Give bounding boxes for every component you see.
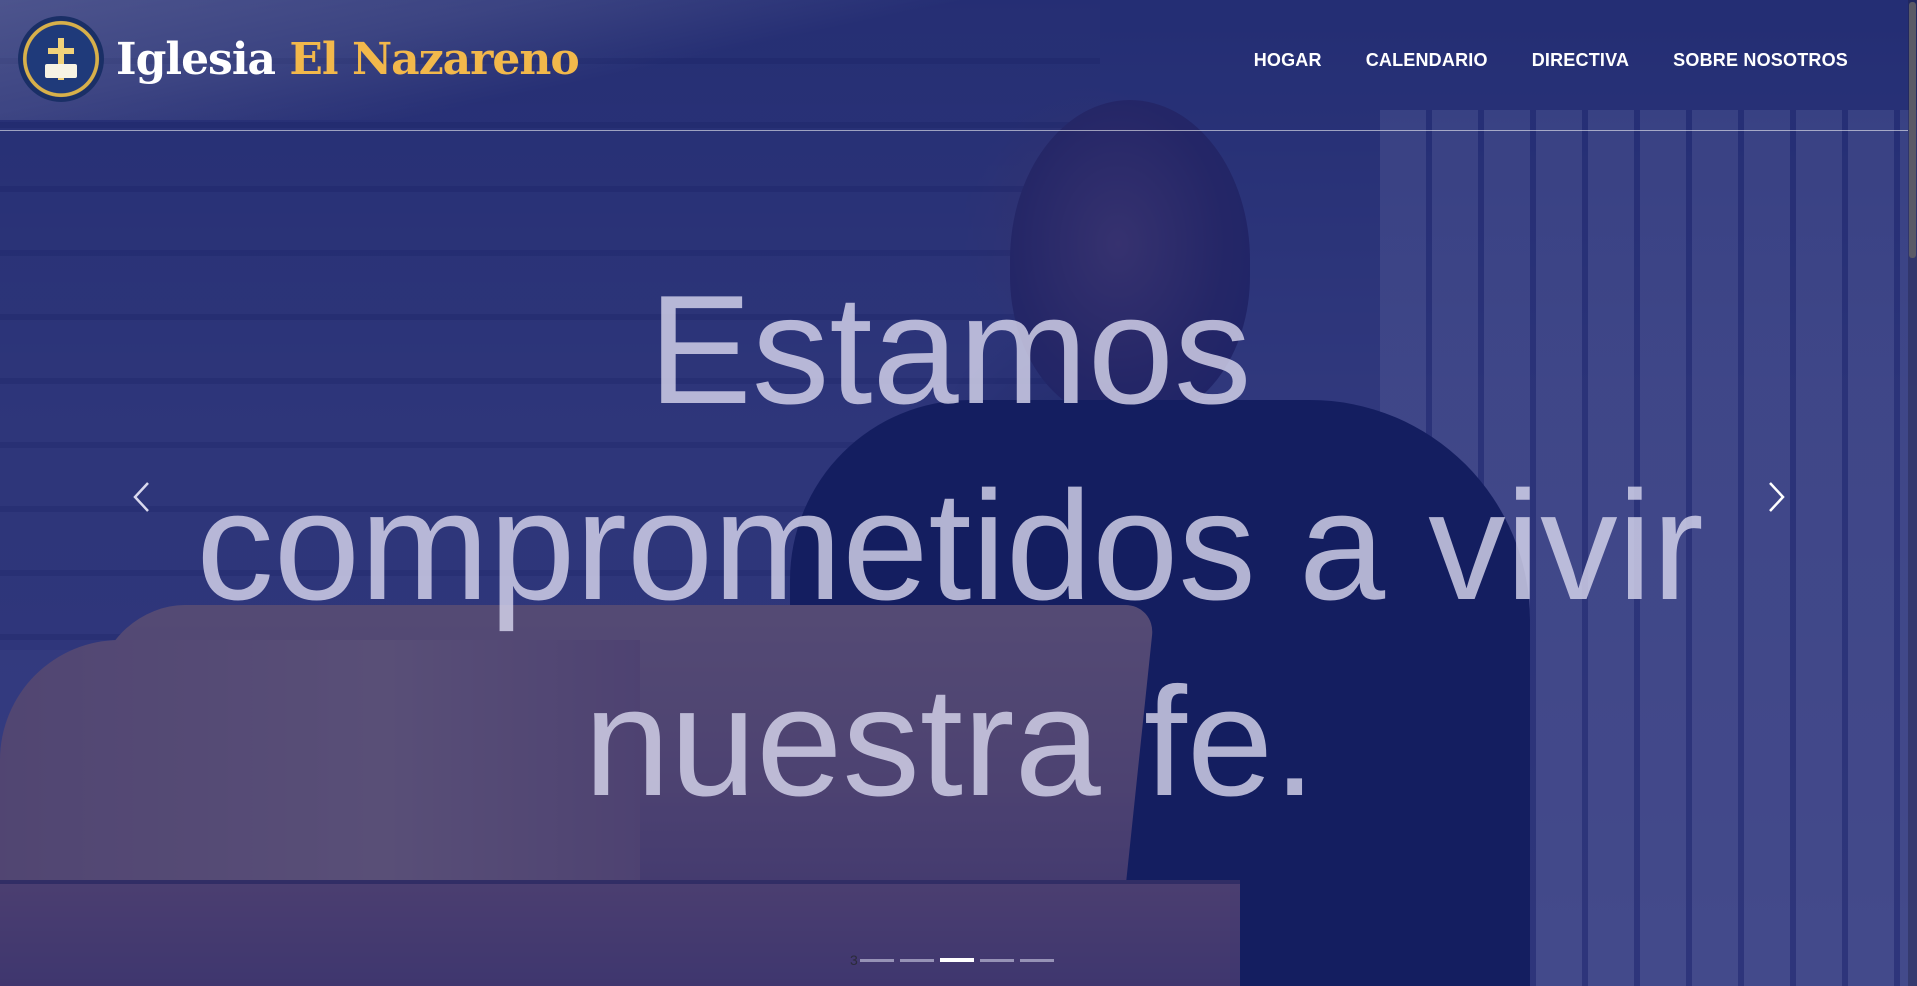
- brand-home-link[interactable]: Iglesia El Nazareno: [18, 16, 580, 102]
- slider-dot-5[interactable]: [1019, 958, 1054, 962]
- chevron-right-icon: [1769, 482, 1785, 512]
- nav-item-calendario[interactable]: CALENDARIO: [1366, 50, 1488, 71]
- main-nav: HOGAR CALENDARIO DIRECTIVA SOBRE NOSOTRO…: [1210, 50, 1848, 71]
- brand-name: Iglesia El Nazareno: [116, 33, 580, 85]
- brand-word-iglesia: Iglesia: [116, 33, 276, 85]
- logo-cross-bar: [48, 48, 74, 54]
- slider-pagination: 3: [850, 952, 1060, 968]
- site-header: Iglesia El Nazareno HOGAR CALENDARIO DIR…: [0, 0, 1908, 131]
- hero-slider: Estamos comprometidos a vivir nuestra fe…: [0, 0, 1917, 986]
- nav-item-sobre-nosotros[interactable]: SOBRE NOSOTROS: [1673, 50, 1848, 71]
- slider-dot-2[interactable]: [899, 958, 934, 962]
- hero-headline: Estamos comprometidos a vivir nuestra fe…: [196, 263, 1704, 828]
- slider-prev-button[interactable]: [128, 480, 156, 514]
- logo-book: [45, 64, 77, 78]
- nav-item-hogar[interactable]: HOGAR: [1254, 50, 1322, 71]
- page-scrollbar[interactable]: [1908, 0, 1917, 986]
- slider-dot-3[interactable]: [939, 958, 974, 962]
- nav-item-directiva[interactable]: DIRECTIVA: [1532, 50, 1629, 71]
- chevron-left-icon: [133, 482, 149, 512]
- scrollbar-thumb[interactable]: [1909, 2, 1916, 258]
- church-seal-logo-icon: [18, 16, 104, 102]
- slider-dot-4[interactable]: [979, 958, 1014, 962]
- slider-dot-1[interactable]: [859, 958, 894, 962]
- slider-next-button[interactable]: [1762, 480, 1790, 514]
- brand-word-el-nazareno: El Nazareno: [289, 33, 579, 85]
- current-slide-number: 3: [850, 952, 858, 968]
